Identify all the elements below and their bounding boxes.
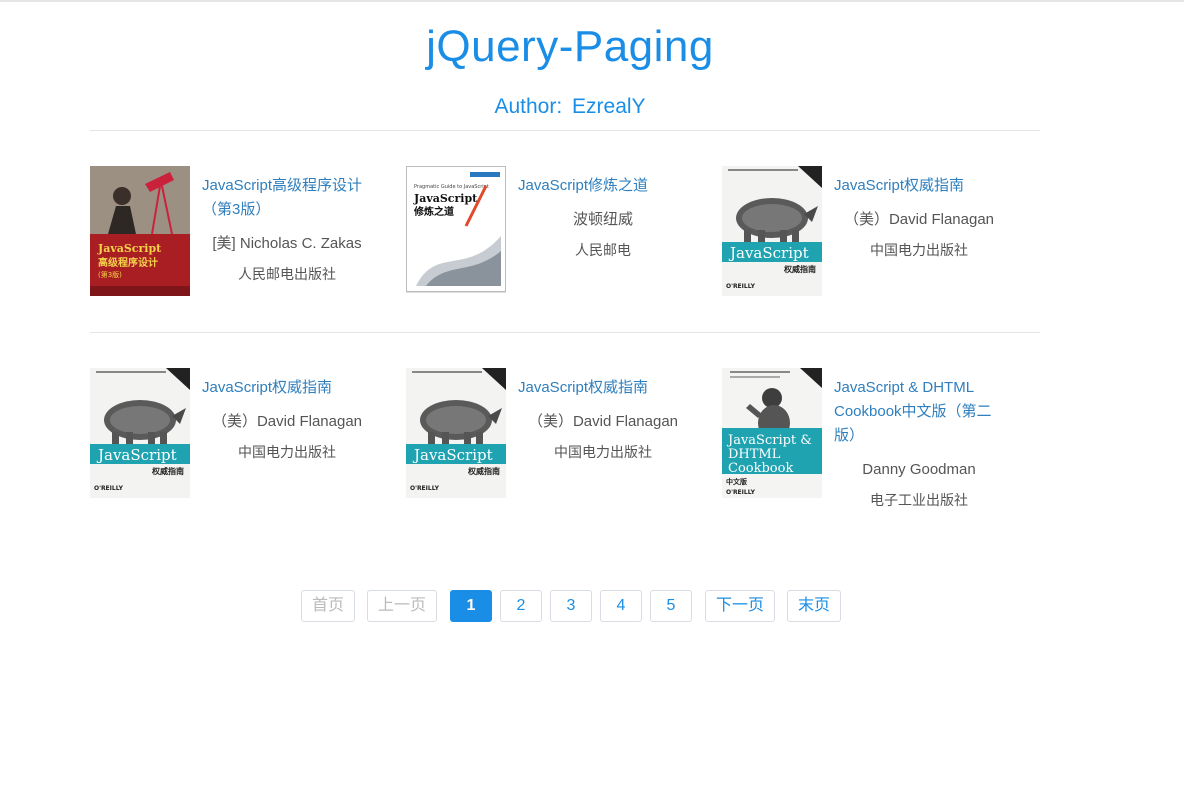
book-item[interactable]: Pragmatic Guide to JavaScript JavaScript… bbox=[406, 166, 706, 306]
book-publisher: 人民邮电 bbox=[575, 242, 631, 258]
svg-text:O'REILLY: O'REILLY bbox=[94, 485, 124, 492]
next-page-button[interactable]: 下一页 bbox=[705, 590, 775, 622]
book-publisher: 中国电力出版社 bbox=[238, 444, 336, 460]
book-info: JavaScript修炼之道 波顿纽威 人民邮电 bbox=[518, 174, 688, 260]
page-button-3[interactable]: 3 bbox=[550, 590, 592, 622]
svg-text:JavaScript: JavaScript bbox=[96, 446, 177, 464]
cookbook-cover-image: JavaScript & DHTML Cookbook 中文版 O'REILLY bbox=[722, 368, 822, 498]
author-line: Author: EzrealY bbox=[0, 95, 1140, 119]
svg-text:O'REILLY: O'REILLY bbox=[726, 283, 756, 290]
book-cover-pragmatic[interactable]: Pragmatic Guide to JavaScript JavaScript… bbox=[406, 166, 506, 296]
rhino-cover-image: JavaScript 权威指南 O'REILLY bbox=[90, 368, 190, 498]
prev-page-button[interactable]: 上一页 bbox=[367, 590, 437, 622]
svg-text:高级程序设计: 高级程序设计 bbox=[98, 256, 158, 269]
book-cover-rhino[interactable]: JavaScript 权威指南 O'REILLY bbox=[406, 368, 506, 498]
divider bbox=[90, 332, 1040, 333]
zakas-cover-image: JavaScript 高级程序设计 (第3版) bbox=[90, 166, 190, 296]
book-author: [美] Nicholas C. Zakas bbox=[212, 235, 362, 252]
book-publisher: 人民邮电出版社 bbox=[238, 266, 336, 282]
svg-text:JavaScript: JavaScript bbox=[97, 242, 162, 255]
top-border bbox=[0, 0, 1184, 2]
book-author: （美）David Flanagan bbox=[211, 413, 363, 430]
svg-text:DHTML: DHTML bbox=[728, 447, 781, 462]
book-author: 波顿纽威 bbox=[572, 211, 633, 228]
rhino-cover-image: JavaScript 权威指南 O'REILLY bbox=[722, 166, 822, 296]
author-label: Author: bbox=[494, 95, 563, 118]
svg-text:(第3版): (第3版) bbox=[98, 270, 122, 279]
book-item[interactable]: JavaScript 权威指南 O'REILLY JavaScript权威指南 … bbox=[722, 166, 1022, 306]
book-title-link[interactable]: JavaScript权威指南 bbox=[202, 376, 372, 400]
author-name: EzrealY bbox=[572, 95, 646, 118]
page-button-1[interactable]: 1 bbox=[450, 590, 492, 622]
book-info: JavaScript权威指南 （美）David Flanagan 中国电力出版社 bbox=[202, 376, 372, 462]
book-cover-rhino[interactable]: JavaScript 权威指南 O'REILLY bbox=[90, 368, 190, 498]
svg-text:JavaScript: JavaScript bbox=[413, 192, 478, 205]
svg-text:修炼之道: 修炼之道 bbox=[413, 205, 454, 218]
svg-text:JavaScript &: JavaScript & bbox=[726, 433, 812, 448]
book-info: JavaScript权威指南 （美）David Flanagan 中国电力出版社 bbox=[834, 174, 1004, 260]
book-item[interactable]: JavaScript & DHTML Cookbook 中文版 O'REILLY… bbox=[722, 368, 1022, 528]
book-info: JavaScript高级程序设计（第3版） [美] Nicholas C. Za… bbox=[202, 174, 372, 284]
book-item[interactable]: JavaScript 权威指南 O'REILLY JavaScript权威指南 … bbox=[90, 368, 390, 508]
book-title-link[interactable]: JavaScript & DHTML Cookbook中文版（第二版） bbox=[834, 376, 1004, 448]
book-cover-rhino[interactable]: JavaScript 权威指南 O'REILLY bbox=[722, 166, 822, 296]
first-page-button[interactable]: 首页 bbox=[301, 590, 355, 622]
book-info: JavaScript权威指南 （美）David Flanagan 中国电力出版社 bbox=[518, 376, 688, 462]
svg-text:O'REILLY: O'REILLY bbox=[726, 489, 756, 496]
svg-text:Cookbook: Cookbook bbox=[728, 461, 793, 476]
page-title: jQuery-Paging bbox=[426, 22, 714, 71]
book-item[interactable]: JavaScript 高级程序设计 (第3版) JavaScript高级程序设计… bbox=[90, 166, 390, 306]
page-button-2[interactable]: 2 bbox=[500, 590, 542, 622]
book-author: （美）David Flanagan bbox=[843, 211, 995, 228]
book-publisher: 中国电力出版社 bbox=[870, 242, 968, 258]
book-cover-zakas[interactable]: JavaScript 高级程序设计 (第3版) bbox=[90, 166, 190, 296]
svg-text:JavaScript: JavaScript bbox=[412, 446, 493, 464]
svg-text:权威指南: 权威指南 bbox=[151, 466, 184, 476]
book-author: Danny Goodman bbox=[862, 461, 976, 478]
book-publisher: 中国电力出版社 bbox=[554, 444, 652, 460]
book-title-link[interactable]: JavaScript高级程序设计（第3版） bbox=[202, 174, 372, 222]
svg-text:JavaScript: JavaScript bbox=[728, 244, 809, 262]
last-page-button[interactable]: 末页 bbox=[787, 590, 841, 622]
rhino-cover-image: JavaScript 权威指南 O'REILLY bbox=[406, 368, 506, 498]
svg-text:权威指南: 权威指南 bbox=[783, 264, 816, 274]
book-author: （美）David Flanagan bbox=[527, 413, 679, 430]
pragmatic-cover-image: Pragmatic Guide to JavaScript JavaScript… bbox=[406, 166, 506, 293]
book-cover-cookbook[interactable]: JavaScript & DHTML Cookbook 中文版 O'REILLY bbox=[722, 368, 822, 498]
page-button-4[interactable]: 4 bbox=[600, 590, 642, 622]
book-title-link[interactable]: JavaScript权威指南 bbox=[518, 376, 688, 400]
book-title-link[interactable]: JavaScript修炼之道 bbox=[518, 174, 688, 198]
book-item[interactable]: JavaScript 权威指南 O'REILLY JavaScript权威指南 … bbox=[406, 368, 706, 508]
book-publisher: 电子工业出版社 bbox=[870, 492, 968, 508]
book-title-link[interactable]: JavaScript权威指南 bbox=[834, 174, 1004, 198]
svg-text:O'REILLY: O'REILLY bbox=[410, 485, 440, 492]
divider bbox=[90, 130, 1040, 131]
svg-text:Pragmatic Guide to JavaScript: Pragmatic Guide to JavaScript bbox=[414, 184, 489, 190]
svg-text:权威指南: 权威指南 bbox=[467, 466, 500, 476]
svg-text:中文版: 中文版 bbox=[726, 477, 747, 486]
page-button-5[interactable]: 5 bbox=[650, 590, 692, 622]
book-info: JavaScript & DHTML Cookbook中文版（第二版） Dann… bbox=[834, 376, 1004, 510]
